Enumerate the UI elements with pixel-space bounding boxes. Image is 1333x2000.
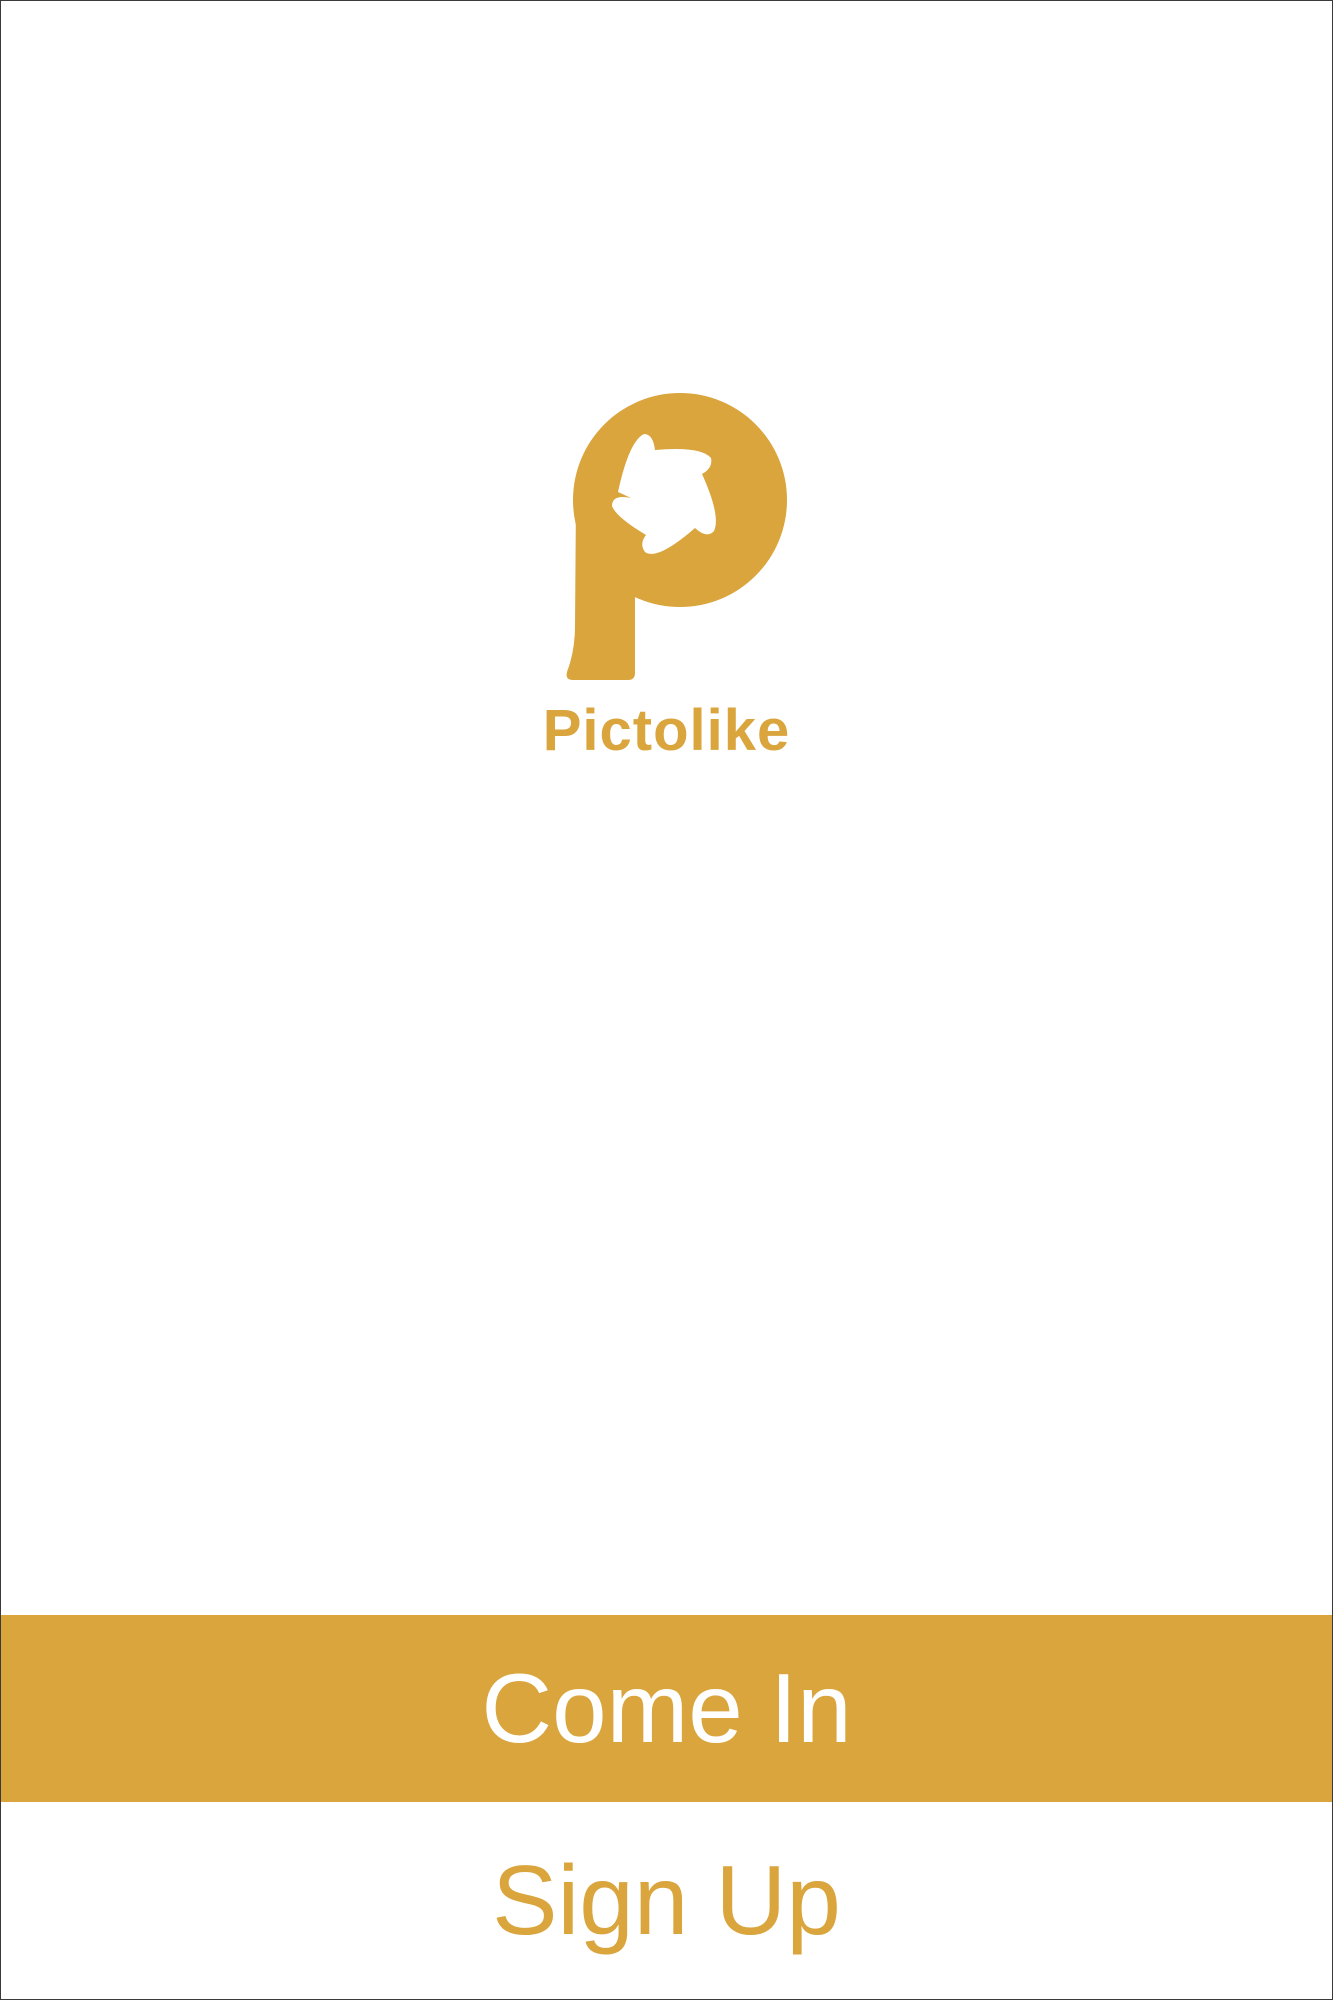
sign-up-button[interactable]: Sign Up [1,1802,1332,1999]
come-in-button[interactable]: Come In [1,1615,1332,1802]
logo-area: Pictolike [1,1,1332,1611]
brand-name: Pictolike [542,698,791,763]
welcome-screen: Pictolike Come In Sign Up [0,0,1333,2000]
pictolike-p-logo-icon [566,393,787,680]
sign-up-label: Sign Up [492,1845,841,1955]
come-in-label: Come In [481,1653,852,1763]
